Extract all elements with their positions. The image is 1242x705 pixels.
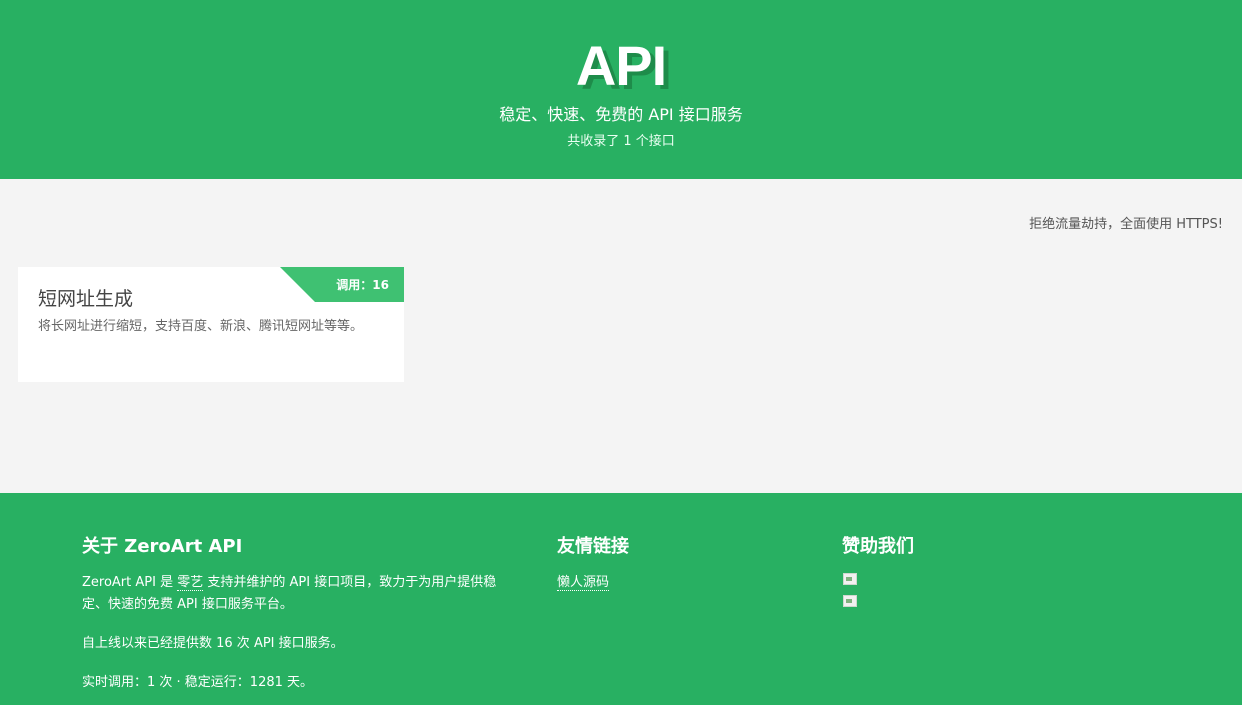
about-intro-prefix: ZeroArt API 是: [82, 575, 174, 590]
served-count-text: 自上线以来已经提供数 16 次 API 接口服务。: [82, 636, 344, 651]
sponsor-qr-image-2: [842, 594, 858, 608]
realtime-stats-text: 实时调用：1 次 · 稳定运行：1281 天。: [82, 675, 314, 690]
api-card-description: 将长网址进行缩短，支持百度、新浪、腾讯短网址等等。: [38, 319, 364, 334]
footer-about: 关于 ZeroArt API ZeroArt API 是 零艺 支持并维护的 A…: [82, 535, 512, 694]
friend-link-lanren[interactable]: 懒人源码: [557, 575, 610, 591]
about-heading: 关于 ZeroArt API: [82, 536, 243, 557]
sponsor-qr-image-1: [842, 572, 858, 586]
about-intro: ZeroArt API 是 零艺 支持并维护的 API 接口项目，致力于为用户提…: [82, 572, 512, 616]
https-notice: 拒绝流量劫持，全面使用 HTTPS!: [1029, 217, 1223, 232]
api-card-title[interactable]: 短网址生成: [38, 287, 133, 311]
friend-links-heading: 友情链接: [557, 536, 629, 557]
call-count-ribbon: 调用：16: [280, 267, 404, 302]
site-logo[interactable]: API: [0, 34, 1242, 98]
footer-friend-links: 友情链接 懒人源码: [557, 535, 757, 594]
sponsor-heading: 赞助我们: [842, 536, 914, 557]
main-content: 拒绝流量劫持，全面使用 HTTPS! 调用：16 短网址生成 将长网址进行缩短，…: [0, 179, 1242, 493]
site-tagline: 稳定、快速、免费的 API 接口服务: [499, 105, 743, 124]
call-count-label: 调用：16: [336, 278, 389, 292]
author-link[interactable]: 零艺: [177, 575, 204, 591]
friend-link-list: 懒人源码: [557, 572, 757, 594]
site-footer: 关于 ZeroArt API ZeroArt API 是 零艺 支持并维护的 A…: [0, 493, 1242, 705]
site-header: API 稳定、快速、免费的 API 接口服务 共收录了 1 个接口: [0, 0, 1242, 179]
api-card-short-url[interactable]: 调用：16 短网址生成 将长网址进行缩短，支持百度、新浪、腾讯短网址等等。: [18, 267, 404, 382]
footer-sponsor: 赞助我们: [842, 535, 1042, 616]
api-count: 共收录了 1 个接口: [567, 134, 675, 149]
